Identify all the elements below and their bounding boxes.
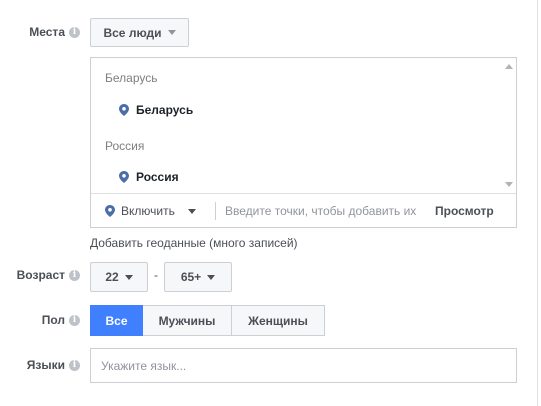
gender-women-button[interactable]: Женщины <box>232 305 325 336</box>
panel-right-border <box>537 0 538 406</box>
locations-list: Беларусь Беларусь Россия Россия <box>91 58 501 193</box>
locations-label: Места i <box>29 25 80 39</box>
browse-button[interactable]: Просмотр <box>435 204 494 218</box>
chevron-down-icon <box>207 274 216 280</box>
age-separator: - <box>154 268 158 282</box>
info-icon[interactable]: i <box>69 314 80 326</box>
gender-label: Пол i <box>42 313 80 327</box>
location-group-title: Россия <box>105 139 145 153</box>
gender-all-button[interactable]: Все <box>90 305 143 336</box>
language-input[interactable] <box>90 348 517 383</box>
age-label: Возраст i <box>17 268 80 282</box>
add-geodata-link[interactable]: Добавить геоданные (много записей) <box>90 236 298 250</box>
chevron-down-icon <box>124 274 133 280</box>
location-item[interactable]: Россия <box>119 170 179 184</box>
scroll-up-icon[interactable] <box>505 64 513 69</box>
gender-selector: Все Мужчины Женщины <box>90 305 325 336</box>
age-min-dropdown[interactable]: 22 <box>90 262 148 292</box>
location-pin-icon <box>119 104 129 116</box>
languages-label: Языки i <box>27 358 80 372</box>
gender-men-button[interactable]: Мужчины <box>143 305 232 336</box>
age-max-dropdown[interactable]: 65+ <box>164 262 232 292</box>
chevron-down-icon <box>167 30 176 35</box>
scrollbar[interactable] <box>502 58 516 193</box>
info-icon[interactable]: i <box>69 359 80 371</box>
location-search-input[interactable] <box>225 204 433 218</box>
location-pin-icon <box>105 205 115 217</box>
divider <box>215 202 216 220</box>
locations-box: Беларусь Беларусь Россия Россия Включить… <box>90 57 517 228</box>
info-icon[interactable]: i <box>69 26 80 38</box>
location-pin-icon <box>119 171 129 183</box>
location-item[interactable]: Беларусь <box>119 103 193 117</box>
scroll-down-icon[interactable] <box>505 182 513 187</box>
location-search-bar: Включить Просмотр <box>91 193 516 228</box>
info-icon[interactable]: i <box>69 269 80 281</box>
audience-dropdown[interactable]: Все люди <box>90 18 189 47</box>
include-dropdown[interactable]: Включить <box>91 204 215 218</box>
location-group-title: Беларусь <box>105 71 158 85</box>
chevron-down-icon <box>187 208 196 214</box>
